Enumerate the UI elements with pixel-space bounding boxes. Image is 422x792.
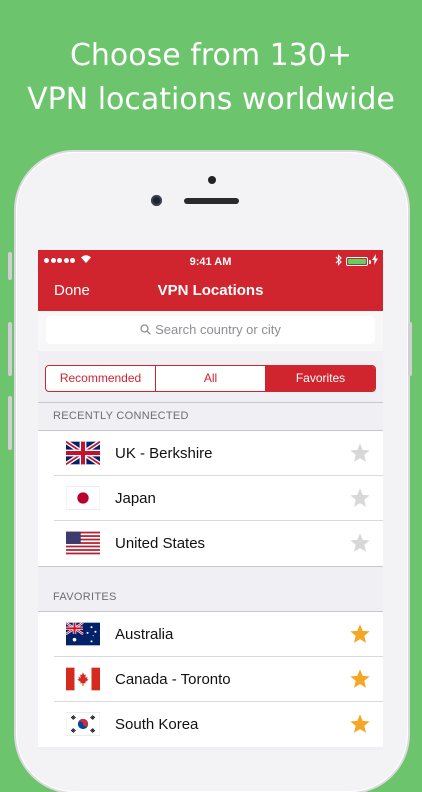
marketing-headline: Choose from 130+ VPN locations worldwide	[0, 34, 422, 122]
proximity-sensor	[208, 176, 216, 184]
star-icon[interactable]	[349, 442, 371, 464]
segment-favorites[interactable]: Favorites	[266, 366, 375, 391]
south-korea-flag-icon	[65, 712, 101, 736]
status-time: 9:41 AM	[189, 256, 232, 268]
location-row-canada-toronto[interactable]: Canada - Toronto	[38, 657, 383, 702]
headline-line-1: Choose from 130+	[69, 38, 353, 73]
uk-flag-icon	[64, 439, 102, 467]
star-icon[interactable]	[349, 532, 371, 554]
location-name: Japan	[115, 490, 156, 507]
star-icon[interactable]	[349, 623, 371, 645]
phone-volume-up-button	[8, 322, 12, 376]
section-header-favorites: FAVORITES	[53, 591, 117, 603]
location-row-united-states[interactable]: United States	[38, 521, 383, 566]
section-divider	[38, 402, 383, 403]
bluetooth-icon	[335, 254, 342, 271]
search-bar-container: Search country or city	[38, 311, 383, 351]
phone-mute-switch	[8, 252, 12, 280]
app-screen: 9:41 AM Done VPN Locations Search countr…	[38, 250, 383, 750]
location-row-australia[interactable]: Australia	[38, 612, 383, 657]
front-camera-icon	[151, 195, 162, 206]
search-placeholder: Search country or city	[155, 322, 281, 337]
charging-bolt-icon	[372, 254, 378, 270]
phone-volume-down-button	[8, 396, 12, 450]
section-divider	[38, 566, 383, 567]
earpiece-speaker	[184, 198, 239, 204]
segment-all[interactable]: All	[156, 366, 266, 391]
japan-flag-icon	[65, 486, 101, 510]
star-icon[interactable]	[349, 713, 371, 735]
phone-power-button	[408, 322, 412, 376]
location-name: United States	[115, 535, 206, 552]
location-name: UK - Berkshire	[115, 445, 213, 462]
battery-nub	[369, 260, 371, 264]
us-flag-icon	[66, 531, 100, 555]
location-name: South Korea	[115, 716, 199, 733]
battery-icon	[346, 257, 368, 266]
australia-flag-icon	[65, 621, 100, 646]
navigation-bar: 9:41 AM Done VPN Locations	[38, 250, 383, 311]
location-row-south-korea[interactable]: South Korea	[38, 702, 383, 747]
status-bar: 9:41 AM	[38, 254, 383, 270]
headline-line-2: VPN locations worldwide	[27, 82, 395, 117]
location-name: Canada - Toronto	[115, 671, 231, 688]
canada-flag-icon	[66, 667, 100, 691]
search-icon	[140, 317, 151, 345]
star-icon[interactable]	[349, 487, 371, 509]
location-row-japan[interactable]: Japan	[38, 476, 383, 521]
location-name: Australia	[115, 626, 174, 643]
star-icon[interactable]	[349, 668, 371, 690]
section-header-recently-connected: RECENTLY CONNECTED	[53, 410, 189, 422]
page-title: VPN Locations	[157, 282, 264, 299]
location-row-uk-berkshire[interactable]: UK - Berkshire	[38, 431, 383, 476]
segment-recommended[interactable]: Recommended	[46, 366, 156, 391]
segmented-control: Recommended All Favorites	[45, 365, 376, 392]
search-input[interactable]: Search country or city	[46, 316, 375, 344]
